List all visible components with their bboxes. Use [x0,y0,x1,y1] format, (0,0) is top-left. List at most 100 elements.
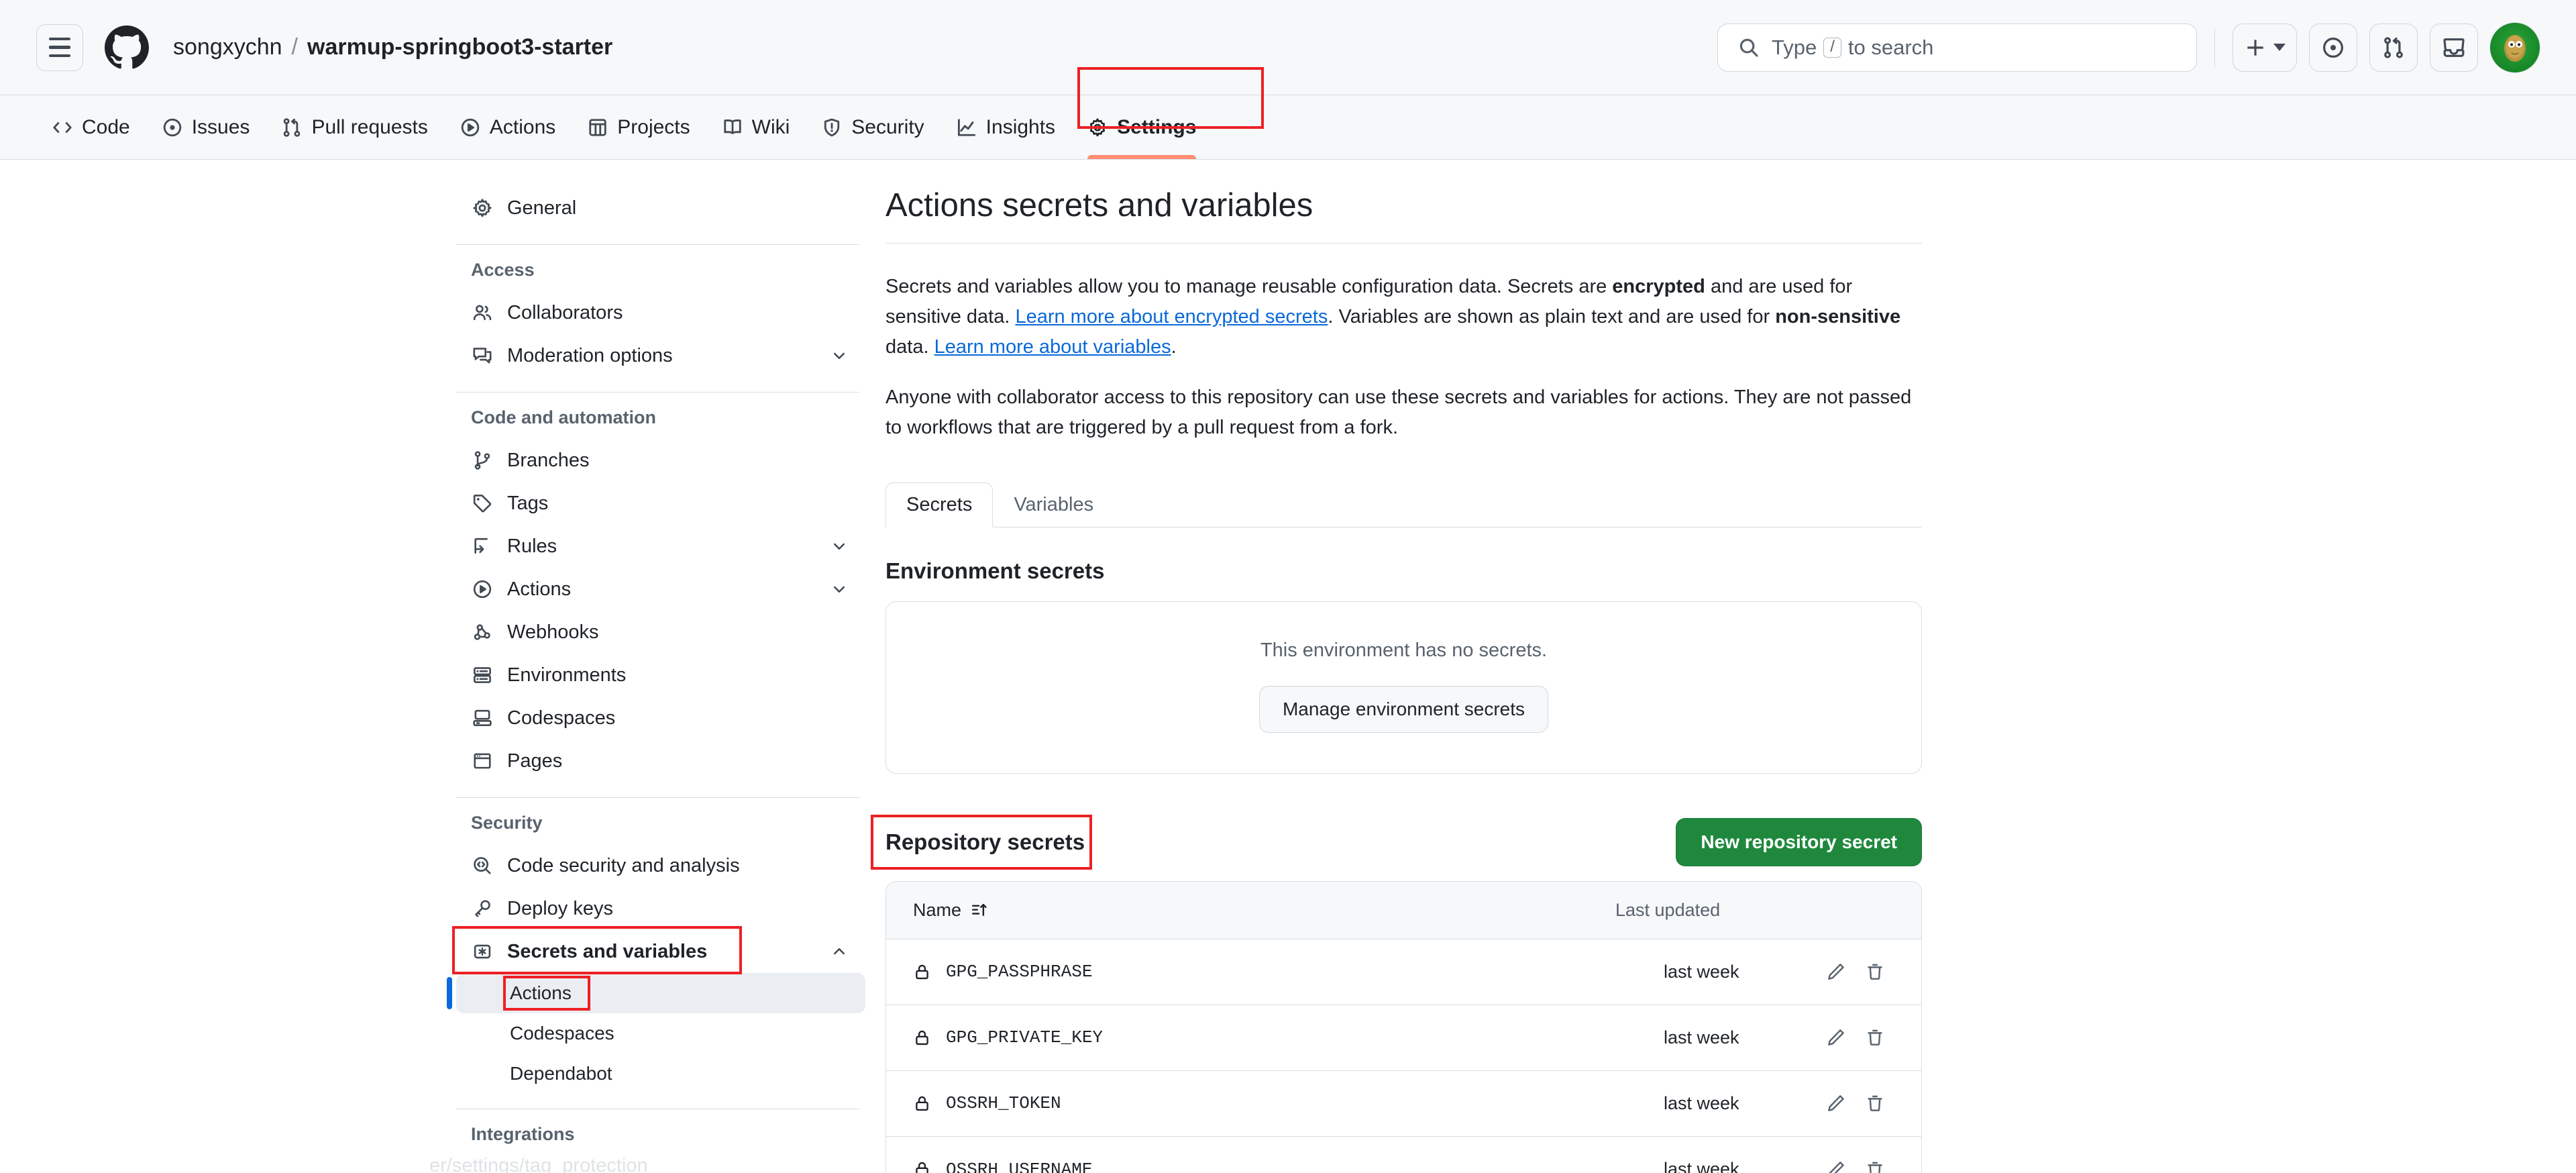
sort-asc-icon [971,901,988,919]
sidebar-item-pages[interactable]: Pages [456,740,865,782]
sidebar-item-rules[interactable]: Rules [456,525,865,568]
delete-secret-button[interactable] [1856,962,1894,981]
sidebar-subitem-actions[interactable]: Actions [447,973,865,1013]
repository-nav: Code Issues Pull requests Actions Projec… [0,95,2576,160]
sidebar-item-general-label: General [507,197,577,219]
issues-button[interactable] [2309,23,2357,72]
tab-security[interactable]: Security [806,95,940,159]
column-header-name-label: Name [913,899,962,920]
table-row: GPG_PRIVATE_KEY last week [886,1005,1921,1071]
menu-icon[interactable] [36,23,83,71]
sidebar-item-tags[interactable]: Tags [456,482,865,525]
sidebar-subitem-codespaces[interactable]: Codespaces [456,1013,865,1054]
page-title: Actions secrets and variables [885,187,1922,244]
sidebar-item-collaborators[interactable]: Collaborators [456,291,865,334]
notifications-button[interactable] [2430,23,2478,72]
chevron-down-icon [829,581,849,597]
delete-secret-button[interactable] [1856,1028,1894,1047]
graph-icon [957,117,977,138]
tab-insights[interactable]: Insights [941,95,1071,159]
avatar[interactable] [2490,22,2540,72]
pencil-icon [1827,1160,1845,1173]
trash-icon [1866,1094,1884,1113]
chevron-down-icon [829,348,849,364]
sidebar-item-codespaces[interactable]: Codespaces [456,697,865,740]
sidebar-item-environments-label: Environments [507,664,627,686]
secret-last-updated: last week [1664,1092,1739,1113]
repository-secrets-header: Repository secrets New repository secret [871,814,1922,870]
sidebar-item-general[interactable]: General [456,187,865,230]
browser-icon [471,751,494,771]
breadcrumb-owner[interactable]: songxychn [173,34,282,60]
sidebar-item-branches[interactable]: Branches [456,439,865,482]
sidebar-subitem-dependabot[interactable]: Dependabot [456,1054,865,1094]
tab-code[interactable]: Code [36,95,146,159]
github-logo-icon[interactable] [105,25,149,70]
column-header-name[interactable]: Name [913,900,1615,921]
tab-actions[interactable]: Actions [444,95,572,159]
description-paragraph-2: Anyone with collaborator access to this … [885,386,1912,438]
table-header-row: Name Last updated [886,881,1921,939]
tab-secrets[interactable]: Secrets [885,482,994,527]
tab-projects[interactable]: Projects [572,95,706,159]
table-row: OSSRH_TOKEN last week [886,1070,1921,1137]
sidebar-item-pages-label: Pages [507,750,563,772]
link-encrypted-secrets[interactable]: Learn more about encrypted secrets [1015,306,1328,327]
tab-pull-requests[interactable]: Pull requests [266,95,443,159]
tab-issues[interactable]: Issues [146,95,266,159]
tab-wiki[interactable]: Wiki [706,95,806,159]
manage-environment-secrets-button[interactable]: Manage environment secrets [1258,685,1549,733]
sidebar-item-code-security-and-analysis[interactable]: Code security and analysis [456,844,865,887]
edit-secret-button[interactable] [1817,962,1856,981]
secret-last-updated: last week [1664,1027,1739,1048]
desc-bold-encrypted: encrypted [1612,276,1705,297]
link-variables[interactable]: Learn more about variables [934,336,1171,358]
sidebar-item-deploy-keys-label: Deploy keys [507,897,613,919]
sidebar-item-deploy-keys[interactable]: Deploy keys [456,887,865,930]
edit-secret-button[interactable] [1817,1028,1856,1047]
delete-secret-button[interactable] [1856,1094,1894,1113]
pencil-icon [1827,962,1845,981]
lock-icon [913,1029,931,1047]
sidebar-item-actions[interactable]: Actions [456,568,865,611]
sidebar-subitem-actions-label: Actions [510,982,572,1003]
sidebar-item-rules-label: Rules [507,535,557,557]
tab-variables[interactable]: Variables [993,482,1114,527]
secret-name: GPG_PASSPHRASE [946,962,1093,982]
search-input[interactable]: Type / to search [1717,23,2197,72]
edit-secret-button[interactable] [1817,1160,1856,1173]
tab-wiki-label: Wiki [751,115,790,138]
breadcrumb-repo[interactable]: warmup-springboot3-starter [307,34,612,60]
header-divider [2214,28,2215,67]
gear-icon [471,198,494,218]
pull-requests-button[interactable] [2369,23,2418,72]
sidebar-item-webhooks[interactable]: Webhooks [456,611,865,654]
sidebar-group-security-title: Security [471,813,543,833]
create-new-button[interactable] [2233,23,2297,72]
key-icon [471,899,494,919]
secret-name-cell: GPG_PASSPHRASE [913,962,1664,982]
delete-secret-button[interactable] [1856,1160,1894,1173]
book-icon [722,117,743,138]
environment-secrets-empty-state: This environment has no secrets. Manage … [885,601,1922,774]
search-placeholder: Type / to search [1772,36,1933,60]
tab-actions-label: Actions [489,115,556,138]
lock-icon [913,963,931,981]
table-row: OSSRH_USERNAME last week [886,1136,1921,1173]
sidebar-item-moderation-options[interactable]: Moderation options [456,334,865,377]
repository-secrets-title-wrap: Repository secrets [871,814,1092,870]
edit-secret-button[interactable] [1817,1094,1856,1113]
new-repository-secret-button[interactable]: New repository secret [1676,817,1922,866]
tab-projects-label: Projects [617,115,690,138]
desc-part-4: data. [885,336,934,358]
tab-settings[interactable]: Settings [1071,95,1212,159]
codespaces-icon [471,708,494,728]
global-header: songxychn / warmup-springboot3-starter T… [0,0,2576,95]
desc-part-1: Secrets and variables allow you to manag… [885,276,1613,297]
lock-icon [913,1160,931,1173]
sidebar-item-secrets-and-variables[interactable]: Secrets and variables [452,926,865,974]
search-placeholder-text: Type [1772,35,1817,59]
sidebar-item-environments[interactable]: Environments [456,654,865,697]
tab-variables-label: Variables [1014,493,1094,515]
search-placeholder-suffix: to search [1847,35,1934,59]
